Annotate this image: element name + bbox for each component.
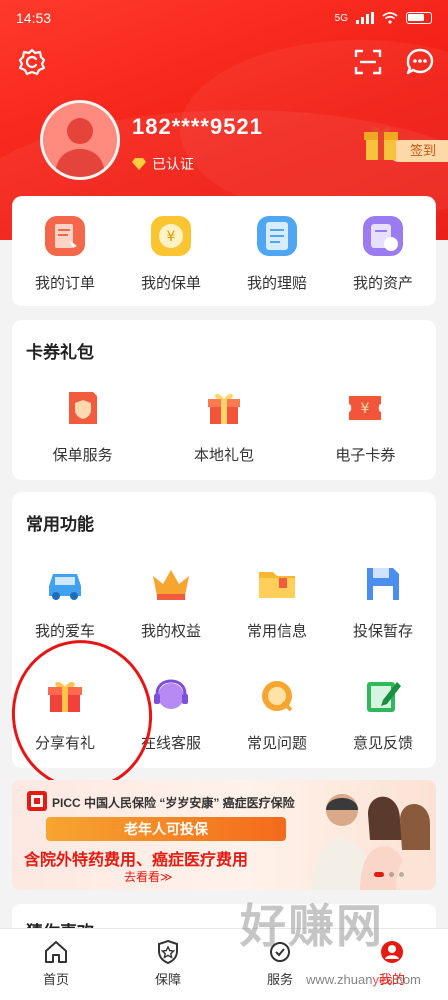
draft-save-label: 投保暂存 [352, 623, 413, 640]
status-indicators: 5G [335, 12, 432, 24]
functions-row-1: 我的爱车 我的权益 常用信息 投保暂存 [12, 562, 436, 641]
wifi-icon [382, 12, 398, 24]
my-benefits-button[interactable]: 我的权益 [118, 562, 224, 641]
policy-service-icon [68, 392, 97, 424]
draft-save-button[interactable]: 投保暂存 [330, 562, 436, 641]
svg-text:¥: ¥ [361, 401, 370, 417]
banner-brand: PICC 中国人民保险 “岁岁安康” 癌症医疗保险 [52, 796, 295, 810]
settings-button[interactable] [16, 46, 48, 78]
my-claims-label: 我的理赔 [246, 275, 307, 292]
tab-home-label: 首页 [42, 972, 69, 987]
crown-icon [153, 570, 189, 600]
orders-card: 我的订单 ¥ 我的保单 我的理赔 我的资产 [12, 196, 436, 306]
verified-status: 已认证 [132, 154, 194, 174]
my-orders-button[interactable]: 我的订单 [12, 214, 118, 293]
gear-icon [18, 48, 46, 76]
network-label: 5G [334, 12, 348, 24]
save-icon [367, 568, 399, 600]
tab-protection[interactable]: 保障 [112, 929, 224, 1000]
my-benefits-label: 我的权益 [140, 623, 201, 640]
banner-cta[interactable]: 去看看≫ [124, 868, 173, 885]
common-info-label: 常用信息 [246, 623, 307, 640]
bottom-tab-bar: 首页 保障 服务 我的 [0, 928, 448, 1000]
diamond-icon [132, 158, 146, 170]
policy-service-button[interactable]: 保单服务 [12, 386, 153, 465]
feedback-button[interactable]: 意见反馈 [330, 674, 436, 753]
my-claims-button[interactable]: 我的理赔 [224, 214, 330, 293]
tab-protection-label: 保障 [154, 972, 181, 987]
faq-button[interactable]: 常见问题 [224, 674, 330, 753]
coupon-icon: ¥ [349, 396, 382, 420]
local-gift-label: 本地礼包 [193, 447, 254, 464]
tab-home[interactable]: 首页 [0, 929, 112, 1000]
my-car-button[interactable]: 我的爱车 [12, 562, 118, 641]
carousel-indicator [374, 872, 404, 877]
car-icon [49, 574, 81, 600]
my-car-label: 我的爱车 [34, 623, 95, 640]
coupons-title: 卡券礼包 [26, 343, 94, 362]
home-icon [45, 941, 67, 963]
local-gift-button[interactable]: 本地礼包 [153, 386, 294, 465]
policy-service-label: 保单服务 [52, 447, 113, 464]
headset-icon [154, 679, 188, 709]
folder-icon [259, 572, 295, 598]
status-bar: 14:53 5G [0, 0, 448, 36]
message-button[interactable] [404, 46, 436, 78]
e-coupon-label: 电子卡券 [335, 447, 396, 464]
faq-label: 常见问题 [246, 735, 307, 752]
tab-service[interactable]: 服务 [224, 929, 336, 1000]
status-time: 14:53 [16, 10, 52, 26]
banner-slogan: 含院外特药费用、癌症医疗费用 [24, 852, 249, 869]
verified-label: 已认证 [152, 156, 194, 172]
my-policies-label: 我的保单 [140, 275, 201, 292]
my-assets-label: 我的资产 [352, 275, 413, 292]
faq-icon [262, 681, 293, 712]
scan-button[interactable] [352, 46, 384, 78]
feedback-icon [367, 682, 401, 712]
common-info-button[interactable]: 常用信息 [224, 562, 330, 641]
signin-button[interactable]: 签到 [360, 118, 448, 162]
coupons-grid: 保单服务 本地礼包 ¥ 电子卡券 [12, 386, 436, 465]
gift-box-icon [364, 126, 398, 160]
tab-mine-label: 我的 [378, 972, 405, 987]
claim-icon [257, 216, 297, 256]
my-orders-label: 我的订单 [34, 275, 95, 292]
user-silhouette-icon [55, 118, 105, 177]
tab-service-label: 服务 [266, 972, 293, 987]
family-photo-icon [312, 794, 436, 890]
order-icon [45, 216, 85, 256]
orders-grid: 我的订单 ¥ 我的保单 我的理赔 我的资产 [12, 214, 436, 293]
picc-logo-icon [27, 791, 47, 811]
e-coupon-button[interactable]: ¥ 电子卡券 [295, 386, 436, 465]
scan-icon [354, 49, 382, 75]
functions-title: 常用功能 [26, 515, 94, 534]
assets-icon [363, 216, 403, 256]
shield-icon [158, 939, 178, 965]
signal-icon [356, 12, 374, 24]
chat-bubble-icon [406, 48, 434, 75]
svg-text:¥: ¥ [167, 229, 176, 245]
user-icon [381, 941, 403, 963]
coupons-card: 卡券礼包 保单服务 本地礼包 ¥ 电子卡券 [12, 320, 436, 480]
banner-ribbon: 老年人可投保 [46, 817, 286, 841]
promo-banner[interactable]: PICC 中国人民保险 “岁岁安康” 癌症医疗保险 老年人可投保 含院外特药费用… [12, 780, 436, 890]
service-icon [270, 942, 290, 962]
user-phone: 182****9521 [132, 114, 263, 139]
avatar[interactable] [40, 100, 120, 180]
policy-icon: ¥ [151, 216, 191, 256]
my-assets-button[interactable]: 我的资产 [330, 214, 436, 293]
feedback-label: 意见反馈 [352, 735, 413, 752]
tab-mine[interactable]: 我的 [336, 929, 448, 1000]
my-policies-button[interactable]: ¥ 我的保单 [118, 214, 224, 293]
battery-icon [406, 12, 432, 24]
gift-box-icon [207, 393, 240, 424]
